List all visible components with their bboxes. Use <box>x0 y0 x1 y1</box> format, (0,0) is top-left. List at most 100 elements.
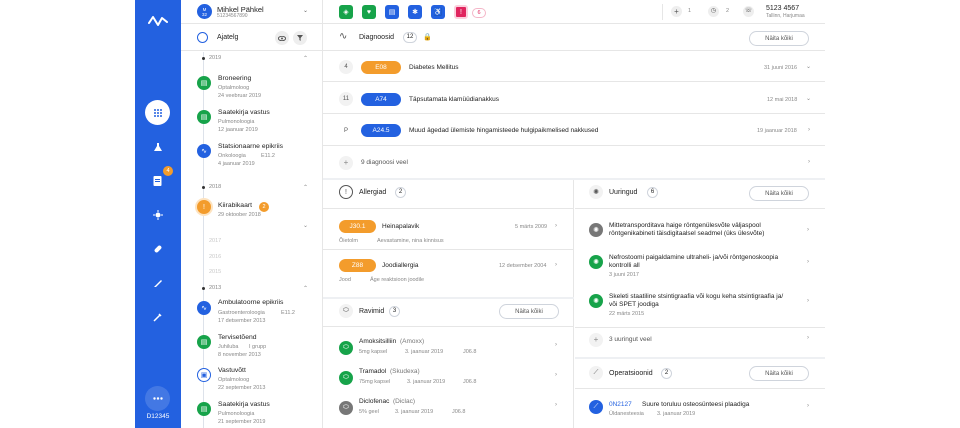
timeline-item-title[interactable]: Kiirabikaart <box>218 202 252 209</box>
clock-icon[interactable]: ◷ <box>708 6 719 17</box>
study-row[interactable]: ✺ Skeleti staatiline stsintigraafia või … <box>575 292 825 328</box>
drug-row[interactable]: ⬭ Amoksitsilliin (Amoxx) 5mg kapsel 3. j… <box>323 336 574 365</box>
year-2017[interactable]: 2017 <box>209 238 221 244</box>
calendar-icon: ▣ <box>197 368 211 382</box>
address: Tallinn, Harjumaa <box>766 13 805 19</box>
heart-icon[interactable]: ♥ <box>362 5 376 19</box>
diagnoses-title: Diagnoosid <box>359 34 395 41</box>
operations-title: Operatsioonid <box>609 370 653 377</box>
operations-count: 2 <box>661 368 672 379</box>
plus-icon[interactable]: + <box>671 6 682 17</box>
year-2016[interactable]: 2016 <box>209 254 221 260</box>
chevron-right-icon[interactable]: › <box>807 227 809 233</box>
main-panel: ◈ ♥ ▤ ✱ ♿ ! 6 + 1 ◷ 2 ☏ 5123 4567 Tallin… <box>323 0 825 428</box>
user-id-label: D12345 <box>146 413 170 420</box>
chevron-down-icon[interactable]: ⌄ <box>303 222 308 229</box>
chevron-right-icon[interactable]: › <box>807 298 809 304</box>
more-diagnoses-row[interactable]: + 9 diagnoosi veel › <box>323 147 825 178</box>
settings-icon[interactable]: ✱ <box>408 5 422 19</box>
timeline-item-title[interactable]: Tervisetõend <box>218 334 257 341</box>
grid-icon[interactable] <box>145 100 170 125</box>
alert-icon[interactable]: ! <box>454 5 468 19</box>
timeline-item-code: I grupp <box>249 344 267 350</box>
pill-icon: ⬭ <box>339 401 353 415</box>
chevron-right-icon[interactable]: › <box>808 127 810 133</box>
chevron-down-icon[interactable]: ⌄ <box>303 7 308 14</box>
timeline-item-date: 21 september 2019 <box>218 419 266 425</box>
plus-count: 1 <box>688 8 692 14</box>
chevron-right-icon[interactable]: › <box>807 259 809 265</box>
eye-icon[interactable] <box>275 31 289 45</box>
collapse-icon[interactable]: ⌃ <box>303 285 308 292</box>
allergy-text: Joodiallergia <box>382 262 419 269</box>
drugs-section: ⬭ Ravimid 3 Näita kõiki ⬭ Amoksitsilliin… <box>323 299 574 428</box>
studies-title: Uuringud <box>609 189 638 196</box>
row-number: 4 <box>339 60 353 74</box>
show-all-diagnoses-button[interactable]: Näita kõiki <box>749 31 809 46</box>
more-icon[interactable] <box>145 386 170 411</box>
flask-icon[interactable] <box>145 134 170 159</box>
allergy-date: 12 detsember 2004 <box>499 263 547 269</box>
allergies-title: Allergiad <box>359 189 387 196</box>
radiation-icon: ✺ <box>589 185 603 199</box>
chevron-right-icon[interactable]: › <box>555 402 557 408</box>
timeline-item-date: 8 november 2013 <box>218 352 261 358</box>
show-all-operations-button[interactable]: Näita kõiki <box>749 366 809 381</box>
study-row[interactable]: ✺ Nefrostoomi paigaldamine ultraheli- ja… <box>575 253 825 289</box>
collapse-icon[interactable]: ⌃ <box>303 55 308 62</box>
chevron-right-icon[interactable]: › <box>808 159 810 165</box>
pill-icon[interactable] <box>145 236 170 261</box>
show-all-drugs-button[interactable]: Näita kõiki <box>499 304 559 319</box>
lock-icon: 🔒 <box>423 34 432 41</box>
chevron-right-icon[interactable]: › <box>555 262 557 268</box>
virus-icon[interactable] <box>145 202 170 227</box>
timeline-item-sub: Optalmoloog <box>218 85 250 91</box>
chevron-right-icon[interactable]: › <box>555 223 557 229</box>
logo-icon[interactable] <box>148 13 168 29</box>
timeline-item-title[interactable]: Statsionaarne epikriis <box>218 143 283 150</box>
year-2018[interactable]: 2018 <box>209 184 221 190</box>
allergy-row[interactable]: Z88 Joodiallergia 12 detsember 2004 › Jo… <box>323 251 574 291</box>
chevron-down-icon[interactable]: ⌄ <box>806 95 811 102</box>
syringe-icon[interactable] <box>145 304 170 329</box>
show-all-studies-button[interactable]: Näita kõiki <box>749 186 809 201</box>
year-2013[interactable]: 2013 <box>209 285 221 291</box>
study-row[interactable]: ✺ Mittetransporditava haige röntgenülesv… <box>575 218 825 252</box>
wheelchair-icon[interactable]: ♿ <box>431 5 445 19</box>
timeline-item-title[interactable]: Saatekirja vastus <box>218 401 270 408</box>
timeline-item-title[interactable]: Saatekirja vastus <box>218 109 270 116</box>
diagnosis-row[interactable]: 11 A74 Täpsutamata klamüüdianakkus 12 ma… <box>323 83 825 114</box>
patient-header[interactable]: M 32 Mihkel Pähkel 51234567890 ⌄ <box>181 0 322 24</box>
chevron-down-icon[interactable]: ⌄ <box>806 63 811 70</box>
diagnosis-row[interactable]: 4 E08 Diabetes Mellitus 31 juuni 2016 ⌄ <box>323 51 825 82</box>
more-studies-row[interactable]: + 3 uuringut veel › <box>575 328 825 356</box>
chevron-right-icon[interactable]: › <box>555 342 557 348</box>
drug-alt-name: (Diclac) <box>393 398 416 405</box>
chevron-right-icon[interactable]: › <box>807 335 809 341</box>
year-2015[interactable]: 2015 <box>209 269 221 275</box>
shield-icon[interactable]: ◈ <box>339 5 353 19</box>
operation-row[interactable]: ⟋ 0N2127 Suure toruluu osteosünteesi pla… <box>575 397 825 425</box>
study-line2: kontrolli all <box>609 262 640 269</box>
chevron-right-icon[interactable]: › <box>807 403 809 409</box>
allergy-code: Z88 <box>339 259 376 272</box>
clipboard-icon[interactable]: 4 <box>145 166 173 193</box>
drug-row[interactable]: ⬭ Diclofenac (Diclac) 5% geel 3. jaanuar… <box>323 396 574 425</box>
drug-row[interactable]: ⬭ Tramadol (Skudexa) 75mg kapsel 3. jaan… <box>323 366 574 395</box>
chevron-right-icon[interactable]: › <box>555 372 557 378</box>
filter-icon[interactable] <box>293 31 307 45</box>
document-badge-icon[interactable]: ▤ <box>385 5 399 19</box>
timeline-item-title[interactable]: Vastuvõtt <box>218 367 246 374</box>
year-2019[interactable]: 2019 <box>209 55 221 61</box>
timeline-item-title[interactable]: Broneering <box>218 75 251 82</box>
study-date: 3 juuni 2017 <box>609 272 639 278</box>
timeline-item-sub: Pulmonoloogia <box>218 411 255 417</box>
timeline-item-title[interactable]: Ambulatoorne epikriis <box>218 299 283 306</box>
phone-icon[interactable]: ☏ <box>743 6 754 17</box>
diagnosis-row[interactable]: P A24.5 Muud ägedad ülemiste hingamistee… <box>323 115 825 146</box>
collapse-icon[interactable]: ⌃ <box>303 184 308 191</box>
operation-text: Suure toruluu osteosünteesi plaadiga <box>642 401 750 408</box>
scalpel-icon[interactable] <box>145 270 170 295</box>
allergy-row[interactable]: J30.1 Heinapalavik 5 märts 2009 › Õietol… <box>323 210 574 250</box>
drug-alt-name: (Skudexa) <box>390 368 420 375</box>
